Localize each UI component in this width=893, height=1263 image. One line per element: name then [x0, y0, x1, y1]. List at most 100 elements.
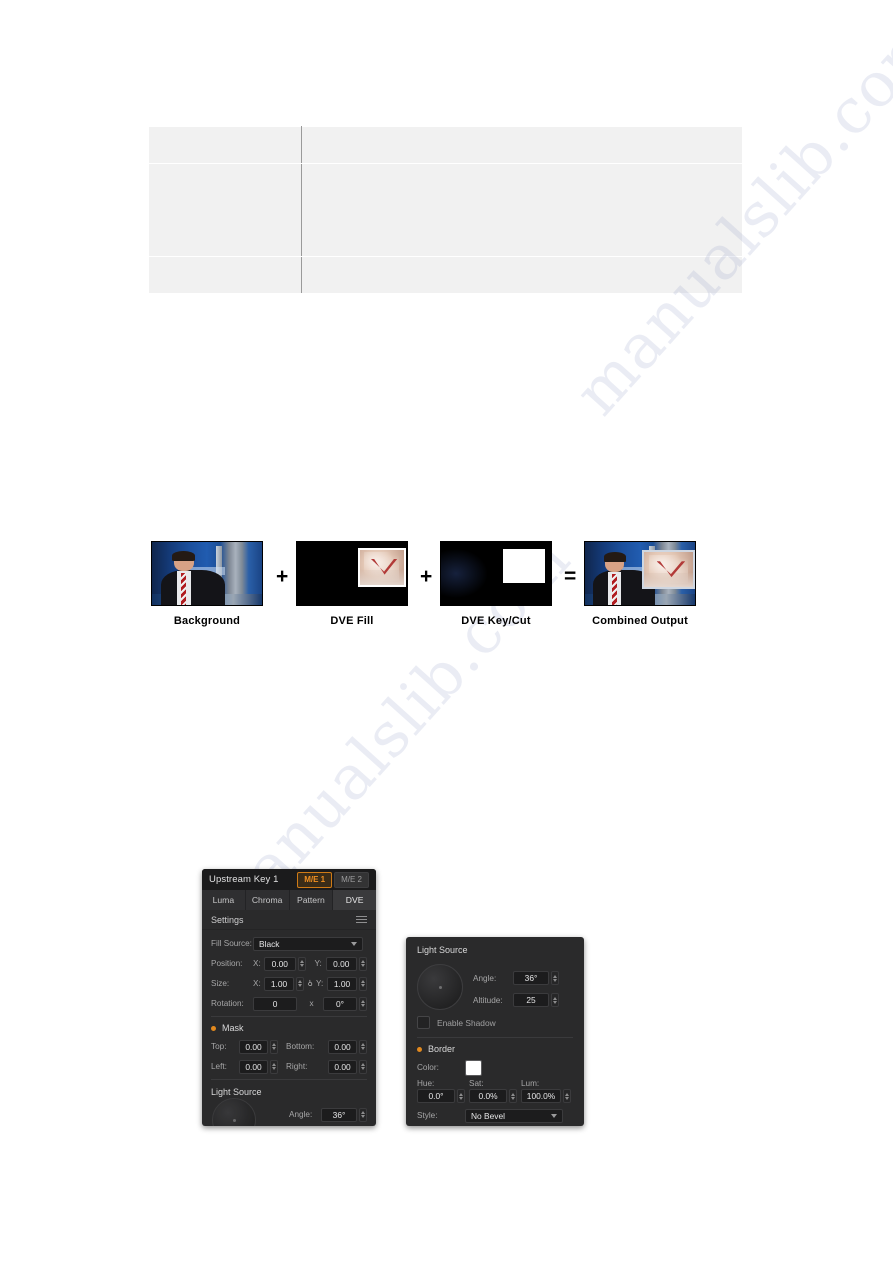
table-row	[148, 163, 743, 257]
operator-plus-2: +	[420, 565, 433, 588]
position-y-input[interactable]: 0.00	[325, 956, 357, 971]
mask-right-stepper[interactable]	[359, 1059, 367, 1074]
mask-top-bottom-row: Top: 0.00 Bottom: 0.00	[211, 1038, 367, 1055]
anchor-figure	[592, 552, 655, 605]
size-y-stepper[interactable]	[359, 976, 367, 991]
altitude-stepper[interactable]	[551, 993, 559, 1007]
size-row: Size: X: 1.00 ☌ Y: 1.00	[211, 975, 367, 992]
mask-right-input[interactable]: 0.00	[328, 1059, 357, 1074]
lum-stepper[interactable]	[563, 1089, 571, 1103]
size-x-input[interactable]: 1.00	[264, 976, 294, 991]
enable-shadow-row[interactable]: Enable Shadow	[417, 1016, 573, 1029]
diagram-label: DVE Key/Cut	[461, 615, 531, 627]
right-light-source-header: Light Source	[417, 945, 468, 955]
rotation-degrees-input[interactable]: 0°	[323, 996, 357, 1011]
diagram-label: Combined Output	[592, 615, 688, 627]
pip-lower-band	[644, 572, 693, 588]
rotation-unit-label: x	[309, 999, 314, 1008]
border-style-row: Style: No Bevel	[417, 1107, 573, 1124]
mask-left-input[interactable]: 0.00	[239, 1059, 268, 1074]
enable-shadow-checkbox[interactable]	[417, 1016, 430, 1029]
upstream-key-panel: Upstream Key 1 M/E 1 M/E 2 Luma Chroma P…	[202, 869, 376, 1126]
combined-output-thumbnail	[584, 541, 696, 606]
position-y-stepper[interactable]	[359, 956, 367, 971]
dve-composite-diagram: Background + DVE Fill + DVE Key/Cut = Co…	[148, 541, 748, 631]
diagram-item-background: Background	[151, 541, 263, 627]
hamburger-icon[interactable]	[356, 916, 367, 923]
position-x-input[interactable]: 0.00	[264, 956, 296, 971]
tab-luma[interactable]: Luma	[202, 890, 246, 910]
hsl-field-row: 0.0° 0.0% 100.0%	[417, 1089, 573, 1103]
fill-source-row: Fill Source: Black	[211, 935, 367, 952]
tab-me-1[interactable]: M/E 1	[297, 871, 333, 888]
mask-left-stepper[interactable]	[270, 1059, 278, 1074]
lum-input[interactable]: 100.0%	[521, 1089, 561, 1103]
key-white-box	[502, 548, 546, 583]
table-cell-label	[148, 256, 302, 294]
border-style-select[interactable]: No Bevel	[465, 1108, 563, 1123]
hue-input[interactable]: 0.0°	[417, 1089, 455, 1103]
anchor-hair	[172, 551, 196, 561]
light-angle-input[interactable]: 36°	[321, 1107, 357, 1122]
fill-source-label: Fill Source:	[211, 939, 252, 948]
border-section-header: Border	[417, 1038, 573, 1059]
sat-input[interactable]: 0.0%	[469, 1089, 507, 1103]
table-cell-value	[301, 256, 743, 294]
tab-dve[interactable]: DVE	[333, 890, 376, 910]
border-enabled-indicator[interactable]	[417, 1046, 422, 1052]
altitude-input[interactable]: 25	[513, 993, 549, 1007]
hue-stepper[interactable]	[457, 1089, 465, 1103]
border-style-value: No Bevel	[471, 1110, 505, 1121]
anchor-figure	[160, 551, 225, 605]
rotation-stepper[interactable]	[359, 996, 367, 1011]
size-y-input[interactable]: 1.00	[327, 976, 357, 991]
light-source-border-panel: Light Source Angle: 36° Altitude: 25 Ena…	[406, 937, 584, 1126]
mask-top-label: Top:	[211, 1042, 227, 1051]
diagram-item-dve-key: DVE Key/Cut	[440, 541, 552, 627]
mask-bottom-stepper[interactable]	[359, 1039, 367, 1054]
chevron-down-icon	[351, 941, 357, 946]
settings-section-header: Settings	[202, 910, 376, 930]
chevron-down-icon	[551, 1113, 557, 1118]
document-table	[148, 126, 743, 294]
position-x-stepper[interactable]	[297, 956, 306, 971]
tab-me-2[interactable]: M/E 2	[334, 871, 369, 888]
settings-body: Fill Source: Black Position: X: 0.00 Y: …	[202, 930, 376, 1123]
angle-row: Angle: 36°	[473, 970, 573, 986]
table-cell-label	[148, 163, 302, 257]
sat-stepper[interactable]	[509, 1089, 517, 1103]
operator-equals: =	[564, 565, 577, 588]
rotation-label: Rotation:	[211, 999, 244, 1008]
mask-header-label: Mask	[222, 1023, 244, 1033]
mask-bottom-input[interactable]: 0.00	[328, 1039, 357, 1054]
position-x-label: X:	[253, 959, 261, 968]
panel-title: Upstream Key 1	[209, 874, 279, 885]
anchor-tie	[181, 573, 187, 605]
background-thumbnail	[151, 541, 263, 606]
rotation-turns-input[interactable]: 0	[253, 996, 298, 1011]
rotation-row: Rotation: 0 x 0°	[211, 995, 367, 1012]
mask-top-stepper[interactable]	[270, 1039, 278, 1054]
mask-enabled-indicator[interactable]	[211, 1025, 216, 1031]
position-y-label: Y:	[314, 959, 322, 968]
table-cell-value	[301, 126, 743, 164]
mask-top-input[interactable]: 0.00	[239, 1039, 268, 1054]
tab-pattern[interactable]: Pattern	[289, 890, 334, 910]
angle-stepper[interactable]	[551, 971, 559, 985]
pip-graphic	[642, 550, 695, 590]
light-angle-stepper[interactable]	[359, 1107, 367, 1122]
me-tab-group: M/E 1 M/E 2	[297, 871, 369, 888]
size-x-label: X:	[253, 979, 261, 988]
pip-lower-band	[359, 570, 404, 585]
fill-source-select[interactable]: Black	[253, 936, 363, 951]
rotary-knob-icon[interactable]	[417, 964, 463, 1010]
anchor-hair	[603, 552, 626, 562]
border-color-swatch[interactable]	[465, 1059, 482, 1076]
key-glow	[441, 548, 490, 599]
mask-bottom-label: Bottom:	[286, 1042, 315, 1051]
altitude-row: Altitude: 25	[473, 992, 573, 1008]
angle-input[interactable]: 36°	[513, 971, 549, 985]
diagram-label: Background	[173, 615, 241, 627]
tab-chroma[interactable]: Chroma	[245, 890, 290, 910]
light-angle-label: Angle:	[289, 1110, 313, 1119]
